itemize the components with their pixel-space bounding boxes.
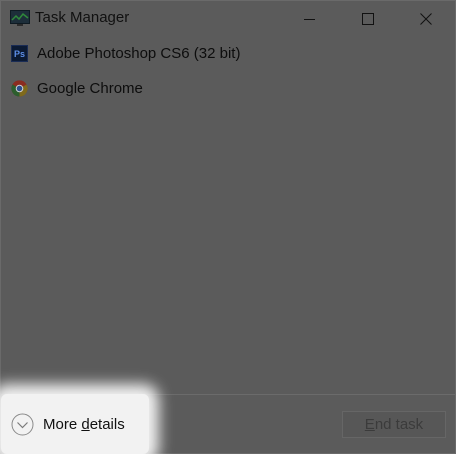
title-bar[interactable]: Task Manager: [1, 1, 455, 37]
end-task-button[interactable]: End task: [342, 411, 446, 438]
chevron-down-icon: [11, 413, 34, 436]
end-task-label: End task: [364, 416, 424, 433]
more-details-button[interactable]: More details: [9, 412, 139, 440]
more-details-label: More details: [43, 416, 125, 433]
maximize-icon: [362, 13, 374, 25]
chrome-icon: [11, 80, 28, 97]
process-row-chrome[interactable]: Google Chrome: [1, 72, 455, 107]
close-button[interactable]: [397, 1, 455, 37]
task-manager-icon: [10, 10, 30, 26]
process-row-photoshop[interactable]: Ps Adobe Photoshop CS6 (32 bit): [1, 37, 455, 72]
process-name: Adobe Photoshop CS6 (32 bit): [37, 45, 241, 62]
process-list: Ps Adobe Photoshop CS6 (32 bit) Google C…: [1, 37, 455, 107]
window-title: Task Manager: [35, 9, 130, 26]
close-icon: [420, 13, 432, 25]
maximize-button[interactable]: [339, 1, 397, 37]
photoshop-icon: Ps: [11, 45, 28, 62]
minimize-icon: [304, 19, 315, 20]
process-name: Google Chrome: [37, 80, 143, 97]
minimize-button[interactable]: [281, 1, 339, 37]
task-manager-window: Task Manager Ps Adobe Photoshop CS6 (32 …: [0, 0, 456, 454]
